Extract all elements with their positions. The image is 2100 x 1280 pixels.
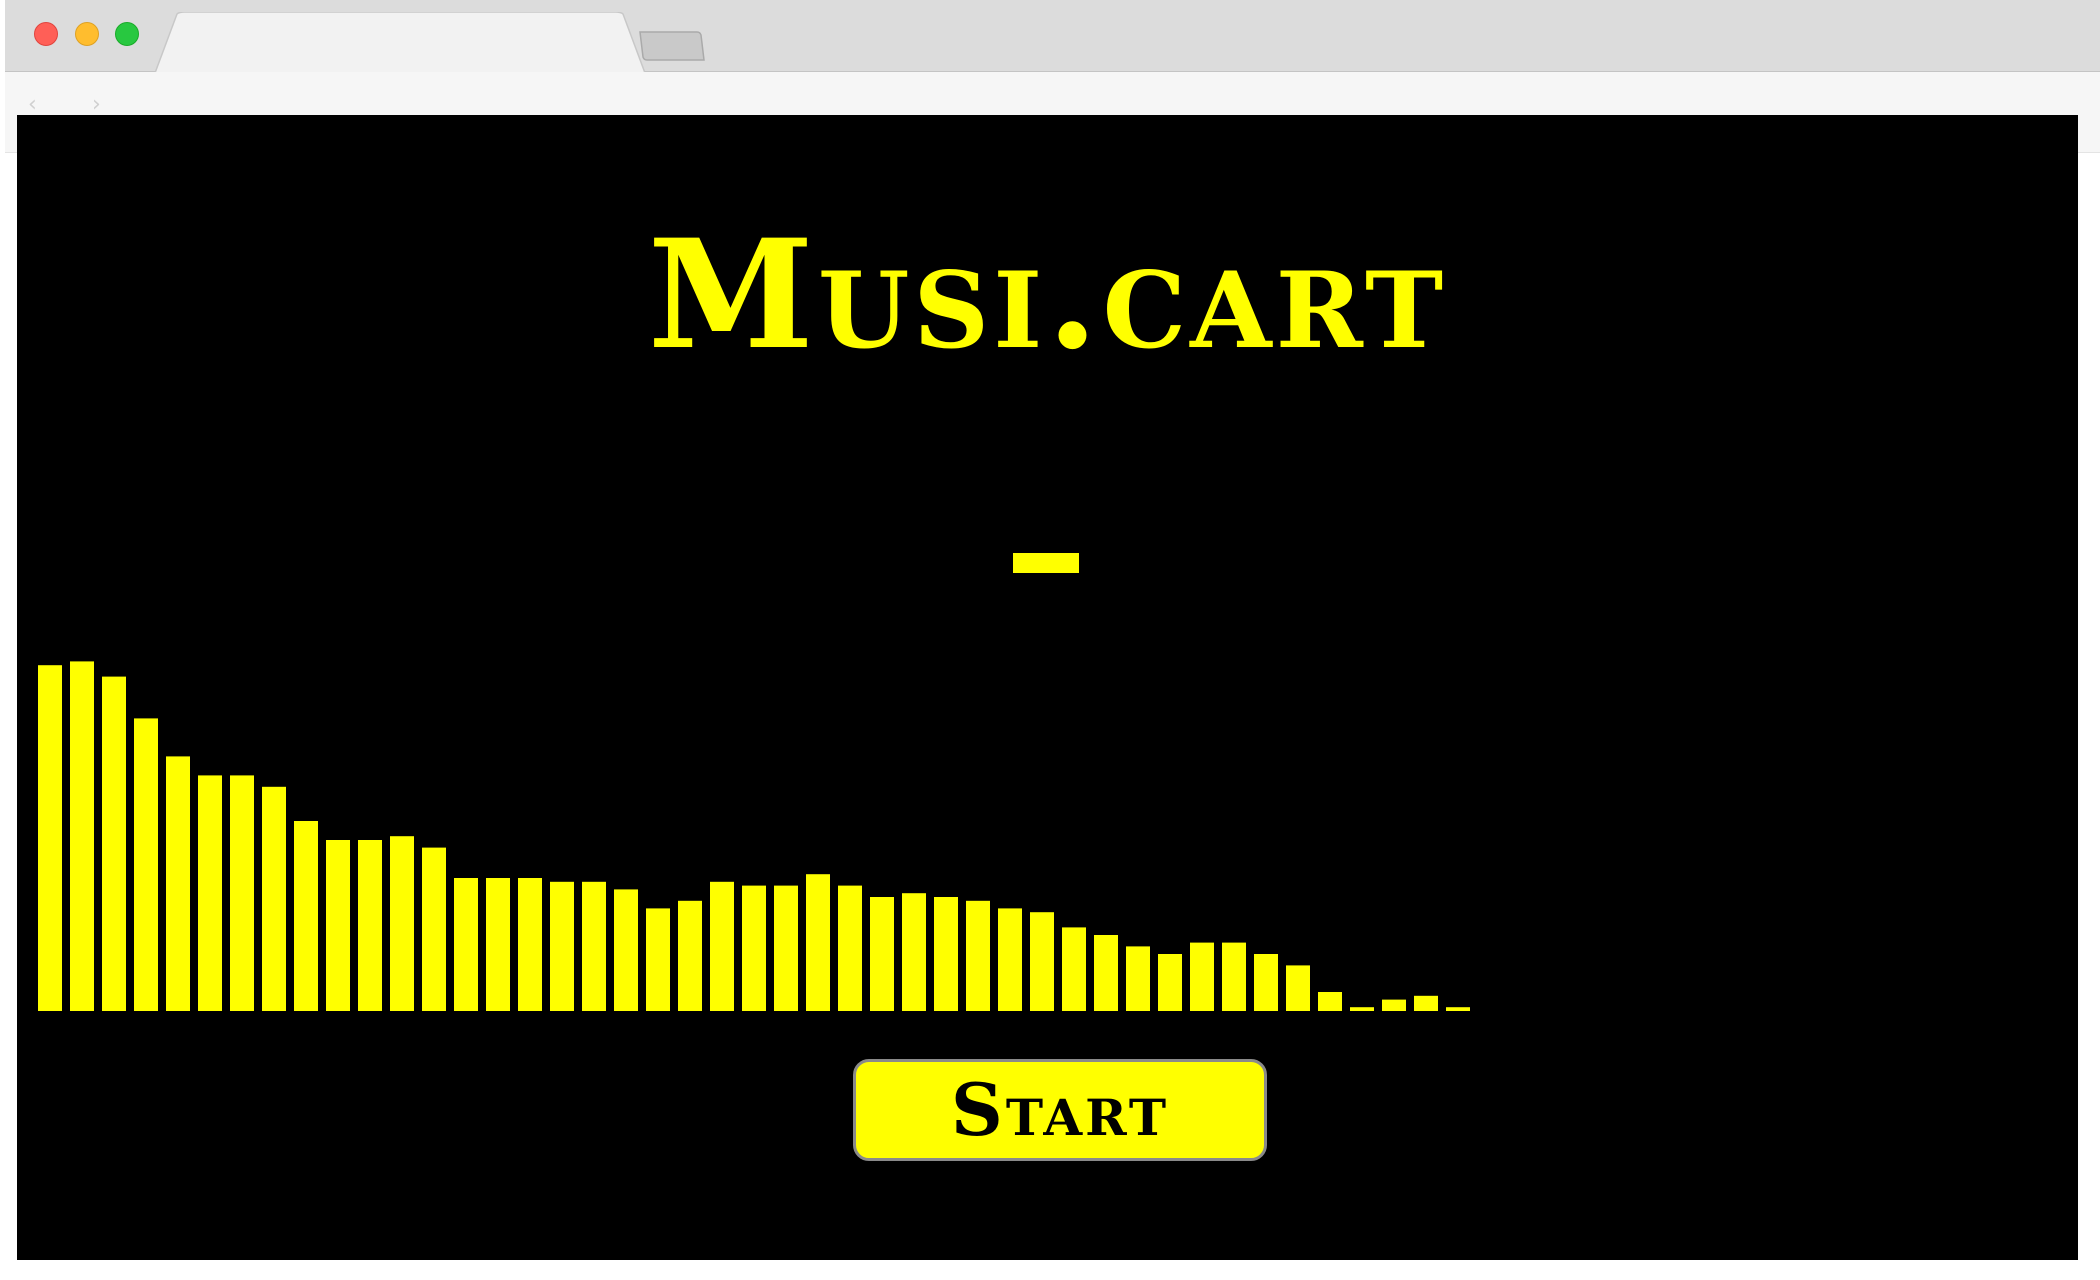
visualizer-bar xyxy=(966,900,990,1011)
visualizer-bar xyxy=(230,775,254,1011)
visualizer-bar xyxy=(518,878,542,1011)
minimize-icon[interactable] xyxy=(75,22,99,46)
active-tab[interactable] xyxy=(155,12,645,73)
visualizer-bar xyxy=(1286,965,1310,1011)
visualizer-bar xyxy=(262,786,286,1011)
new-tab-button[interactable] xyxy=(637,28,707,64)
visualizer-bar xyxy=(38,665,62,1011)
visualizer-bar xyxy=(870,897,894,1011)
visualizer-bar xyxy=(1414,995,1438,1011)
visualizer-bar xyxy=(294,821,318,1011)
visualizer-bar xyxy=(1254,954,1278,1011)
visualizer-bar xyxy=(646,908,670,1011)
status-dash xyxy=(1013,553,1079,573)
visualizer-bar xyxy=(1318,992,1342,1011)
visualizer-bar xyxy=(806,874,830,1011)
visualizer-bar xyxy=(678,900,702,1011)
visualizer-bar xyxy=(998,908,1022,1011)
visualizer-bar xyxy=(934,897,958,1011)
tab-strip xyxy=(5,0,2100,73)
visualizer-bar xyxy=(134,718,158,1011)
forward-arrow-icon[interactable]: › xyxy=(92,92,101,117)
visualizer-bar xyxy=(358,840,382,1011)
visualizer-bar xyxy=(582,881,606,1011)
app-canvas: Musi.cart Start xyxy=(17,115,2078,1260)
visualizer-bar xyxy=(550,881,574,1011)
visualizer-bar xyxy=(326,840,350,1011)
back-arrow-icon[interactable]: ‹ xyxy=(28,92,37,117)
start-button[interactable]: Start xyxy=(853,1059,1267,1161)
visualizer-bar xyxy=(1190,942,1214,1011)
visualizer-bar xyxy=(774,885,798,1011)
visualizer-bar xyxy=(1094,935,1118,1011)
visualizer-bar xyxy=(102,676,126,1011)
visualizer-bar xyxy=(710,881,734,1011)
browser-window: ‹ › Musi.cart Start xyxy=(0,0,2100,1280)
close-icon[interactable] xyxy=(34,22,58,46)
app-title: Musi.cart xyxy=(647,207,1448,383)
visualizer-bar xyxy=(166,756,190,1011)
visualizer-bar xyxy=(1446,1007,1470,1011)
visualizer-bar xyxy=(1126,946,1150,1011)
visualizer-bar xyxy=(422,847,446,1011)
visualizer-bar xyxy=(198,775,222,1011)
visualizer-bar xyxy=(1030,912,1054,1011)
visualizer-bar xyxy=(902,893,926,1011)
maximize-icon[interactable] xyxy=(115,22,139,46)
visualizer-bar xyxy=(1382,999,1406,1011)
visualizer-bar xyxy=(70,661,94,1011)
visualizer-bar xyxy=(838,885,862,1011)
visualizer-bar xyxy=(390,836,414,1011)
visualizer-bar xyxy=(742,885,766,1011)
visualizer-bar xyxy=(1062,927,1086,1011)
visualizer-bar xyxy=(1350,1007,1374,1011)
visualizer-bar xyxy=(486,878,510,1011)
visualizer-bar xyxy=(1222,942,1246,1011)
visualizer-bar xyxy=(1158,954,1182,1011)
visualizer-bar xyxy=(614,889,638,1011)
visualizer-bar xyxy=(454,878,478,1011)
